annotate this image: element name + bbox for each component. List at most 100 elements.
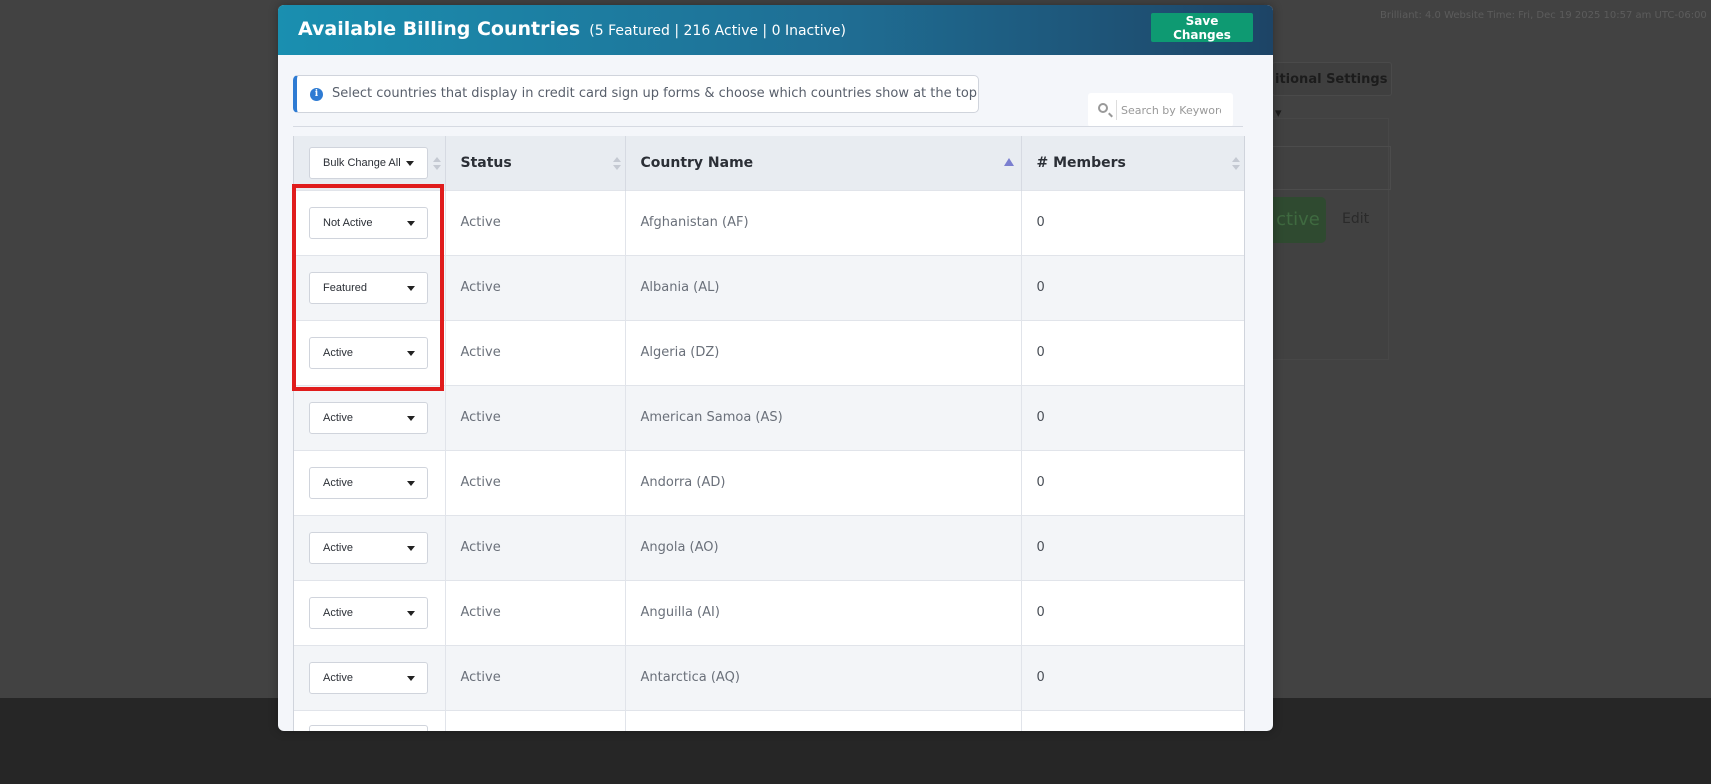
sort-icon[interactable] — [1232, 157, 1240, 171]
search-icon[interactable] — [1098, 103, 1108, 113]
country-name-cell: Algeria (DZ) — [625, 319, 1022, 385]
status-cell: Active — [445, 644, 626, 710]
row-select-cell: Featured — [294, 254, 446, 320]
status-cell: Active — [445, 449, 626, 515]
table-row: Active Active Algeria (DZ) 0 — [294, 319, 1244, 385]
members-count-cell: 0 — [1021, 514, 1244, 580]
caret-down-icon — [407, 220, 415, 226]
status-cell: Active — [445, 189, 626, 255]
country-status-dropdown-label: Active — [323, 411, 353, 424]
save-changes-button[interactable]: Save Changes — [1151, 13, 1253, 42]
table-row: Active Active Anguilla (AI) 0 — [294, 579, 1244, 645]
country-header-label: Country Name — [640, 154, 754, 171]
row-select-cell: Not Active — [294, 189, 446, 255]
status-cell: Active — [445, 579, 626, 645]
row-select-cell: Active — [294, 514, 446, 580]
caret-down-icon — [407, 285, 415, 291]
row-select-cell: Active — [294, 319, 446, 385]
bulk-change-label: Bulk Change All — [323, 156, 401, 169]
country-status-dropdown-label: Not Active — [323, 216, 373, 229]
country-name-cell: Albania (AL) — [625, 254, 1022, 320]
info-text: Select countries that display in credit … — [332, 86, 978, 101]
table-row: Not Active Active Afghanistan (AF) 0 — [294, 189, 1244, 255]
country-status-dropdown[interactable]: Active — [309, 531, 428, 564]
table-row — [294, 709, 1244, 731]
table-row: Featured Active Albania (AL) 0 — [294, 254, 1244, 320]
members-count-cell: 0 — [1021, 384, 1244, 450]
table-header-row: Bulk Change All Status Country Name # Me… — [294, 136, 1244, 190]
country-name-cell: Afghanistan (AF) — [625, 189, 1022, 255]
caret-down-icon — [407, 480, 415, 486]
country-status-dropdown-label: Active — [323, 606, 353, 619]
status-cell: Active — [445, 254, 626, 320]
country-status-dropdown[interactable] — [309, 724, 428, 731]
bulk-change-header: Bulk Change All — [294, 136, 446, 190]
country-status-dropdown-label: Featured — [323, 281, 368, 294]
table-row: Active Active Antarctica (AQ) 0 — [294, 644, 1244, 710]
row-select-cell: Active — [294, 449, 446, 515]
country-status-dropdown[interactable]: Active — [309, 466, 428, 499]
country-status-dropdown[interactable]: Active — [309, 336, 428, 369]
caret-down-icon — [407, 610, 415, 616]
modal-title: Available Billing Countries (5 Featured … — [298, 18, 846, 40]
members-header-label: # Members — [1036, 154, 1126, 171]
search-separator — [1116, 100, 1117, 120]
country-status-dropdown-label: Active — [323, 476, 353, 489]
members-count-cell: 0 — [1021, 189, 1244, 255]
bulk-change-all-dropdown[interactable]: Bulk Change All — [309, 146, 428, 179]
billing-countries-modal: Available Billing Countries (5 Featured … — [278, 5, 1273, 731]
members-count-cell — [1021, 709, 1244, 731]
countries-table: Bulk Change All Status Country Name # Me… — [294, 136, 1244, 731]
row-select-cell: Active — [294, 644, 446, 710]
country-name-cell: Anguilla (AI) — [625, 579, 1022, 645]
background-edit-link: Edit — [1342, 211, 1370, 227]
sort-icon[interactable] — [432, 157, 441, 171]
sort-icon[interactable] — [612, 157, 621, 171]
search-input[interactable] — [1121, 99, 1221, 121]
country-name-cell: Angola (AO) — [625, 514, 1022, 580]
status-cell: Active — [445, 514, 626, 580]
country-status-dropdown[interactable]: Not Active — [309, 206, 428, 239]
members-count-cell: 0 — [1021, 449, 1244, 515]
status-column-header[interactable]: Status — [445, 136, 626, 190]
table-row: Active Active Andorra (AD) 0 — [294, 449, 1244, 515]
caret-down-icon — [406, 160, 414, 166]
table-row: Active Active Angola (AO) 0 — [294, 514, 1244, 580]
members-count-cell: 0 — [1021, 644, 1244, 710]
modal-header: Available Billing Countries (5 Featured … — [278, 5, 1273, 55]
info-notice: i Select countries that display in credi… — [293, 75, 979, 113]
info-icon: i — [310, 88, 323, 101]
status-cell: Active — [445, 319, 626, 385]
country-status-dropdown[interactable]: Active — [309, 401, 428, 434]
background-top-info: Brilliant: 4.0 Website Time: Fri, Dec 19… — [1380, 10, 1707, 21]
members-count-cell: 0 — [1021, 254, 1244, 320]
country-column-header[interactable]: Country Name — [625, 136, 1022, 190]
status-cell: Active — [445, 384, 626, 450]
country-name-cell — [625, 709, 1022, 731]
status-header-label: Status — [460, 154, 512, 171]
sort-ascending-icon[interactable] — [1003, 158, 1014, 166]
members-column-header[interactable]: # Members — [1021, 136, 1244, 190]
row-select-cell: Active — [294, 384, 446, 450]
country-name-cell: Andorra (AD) — [625, 449, 1022, 515]
country-name-cell: Antarctica (AQ) — [625, 644, 1022, 710]
country-status-dropdown-label: Active — [323, 346, 353, 359]
modal-title-text: Available Billing Countries — [298, 18, 581, 40]
members-count-cell: 0 — [1021, 319, 1244, 385]
country-status-dropdown[interactable]: Active — [309, 661, 428, 694]
country-status-dropdown[interactable]: Active — [309, 596, 428, 629]
modal-subtitle-counts: (5 Featured | 216 Active | 0 Inactive) — [589, 23, 846, 39]
table-body: Not Active Active Afghanistan (AF) 0 Feature… — [294, 189, 1244, 731]
table-row: Active Active American Samoa (AS) 0 — [294, 384, 1244, 450]
country-name-cell: American Samoa (AS) — [625, 384, 1022, 450]
country-status-dropdown-label: Active — [323, 671, 353, 684]
caret-down-icon — [407, 350, 415, 356]
caret-down-icon — [407, 675, 415, 681]
country-status-dropdown[interactable]: Featured — [309, 271, 428, 304]
countries-table-wrapper: Bulk Change All Status Country Name # Me… — [293, 136, 1245, 731]
search-box — [1088, 93, 1233, 127]
row-select-cell — [294, 709, 446, 731]
background-field — [1272, 146, 1391, 190]
country-status-dropdown-label: Active — [323, 541, 353, 554]
status-cell — [445, 709, 626, 731]
